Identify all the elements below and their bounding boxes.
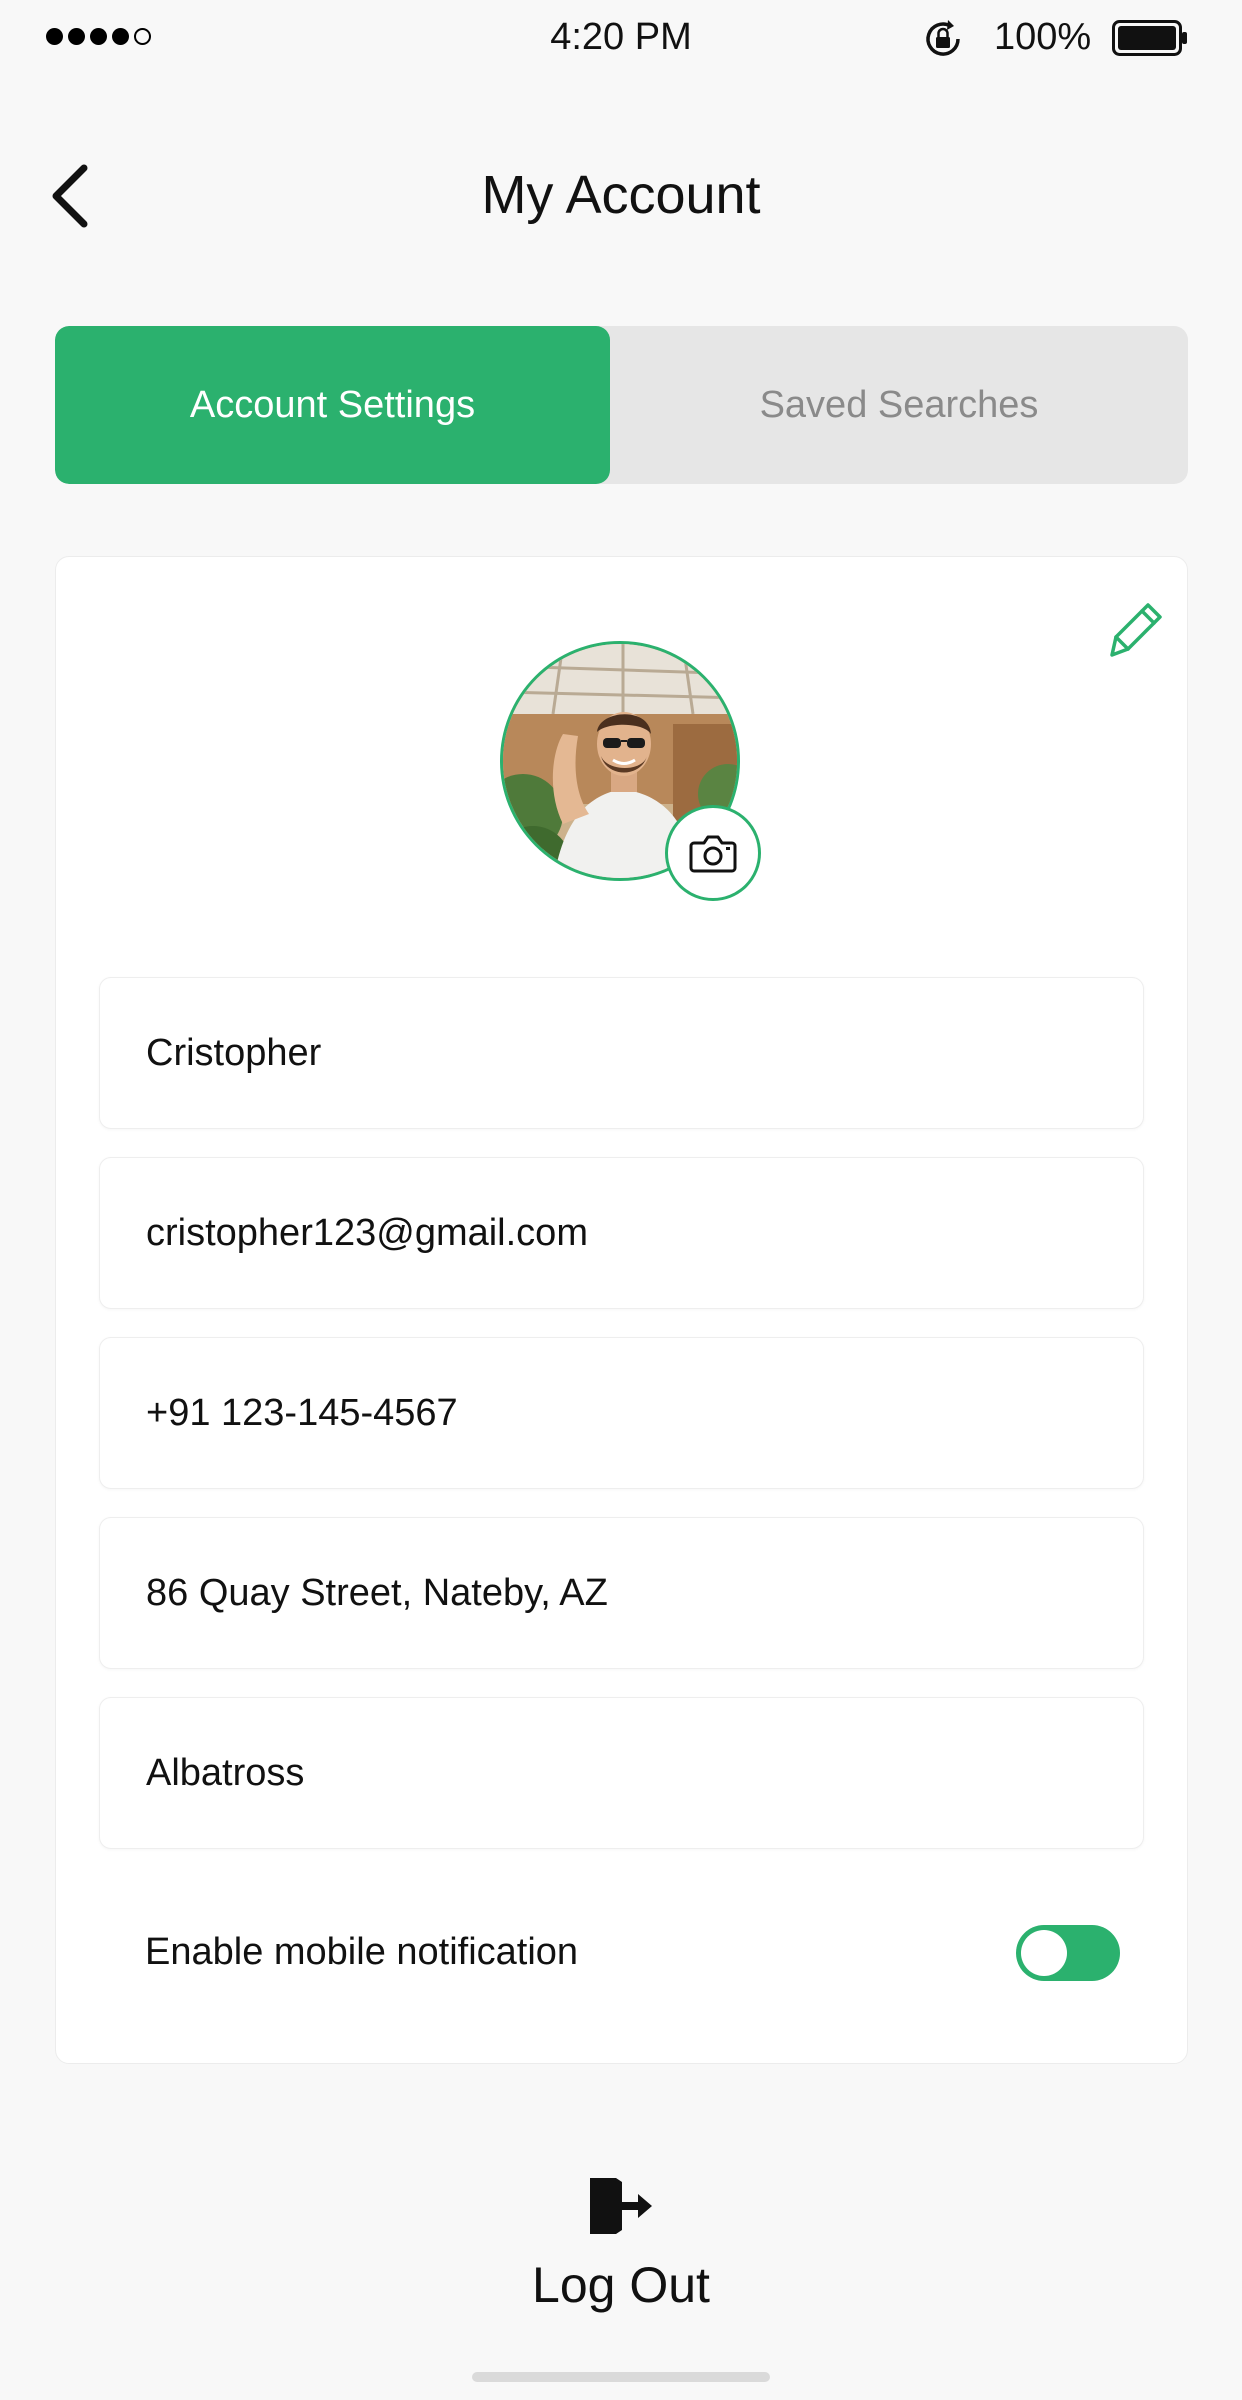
company-field[interactable]: Albatross <box>99 1697 1144 1849</box>
battery-icon <box>1112 20 1187 56</box>
tab-account-settings[interactable]: Account Settings <box>55 326 610 484</box>
address-field[interactable]: 86 Quay Street, Nateby, AZ <box>99 1517 1144 1669</box>
rotation-lock-icon <box>926 20 960 56</box>
change-photo-button[interactable] <box>665 805 761 901</box>
toggle-knob <box>1021 1930 1067 1976</box>
tab-saved-searches[interactable]: Saved Searches <box>610 326 1188 484</box>
phone-field[interactable]: +91 123-145-4567 <box>99 1337 1144 1489</box>
tab-bar: Account Settings Saved Searches <box>55 326 1188 484</box>
notification-toggle[interactable] <box>1016 1925 1120 1981</box>
camera-icon <box>689 835 737 873</box>
logout-button[interactable]: Log Out <box>500 2168 742 2318</box>
email-field[interactable]: cristopher123@gmail.com <box>99 1157 1144 1309</box>
name-field[interactable]: Cristopher <box>99 977 1144 1129</box>
status-bar: 4:20 PM 100% <box>0 0 1242 76</box>
account-card: Cristopher cristopher123@gmail.com +91 1… <box>55 556 1188 2064</box>
page-title: My Account <box>481 165 761 225</box>
notification-label: Enable mobile notification <box>145 1931 579 1973</box>
battery-percentage: 100% <box>994 16 1092 58</box>
pencil-icon[interactable] <box>1098 593 1168 663</box>
logout-door-icon <box>590 2178 652 2234</box>
logout-label: Log Out <box>532 2257 710 2313</box>
home-indicator[interactable] <box>472 2372 770 2382</box>
